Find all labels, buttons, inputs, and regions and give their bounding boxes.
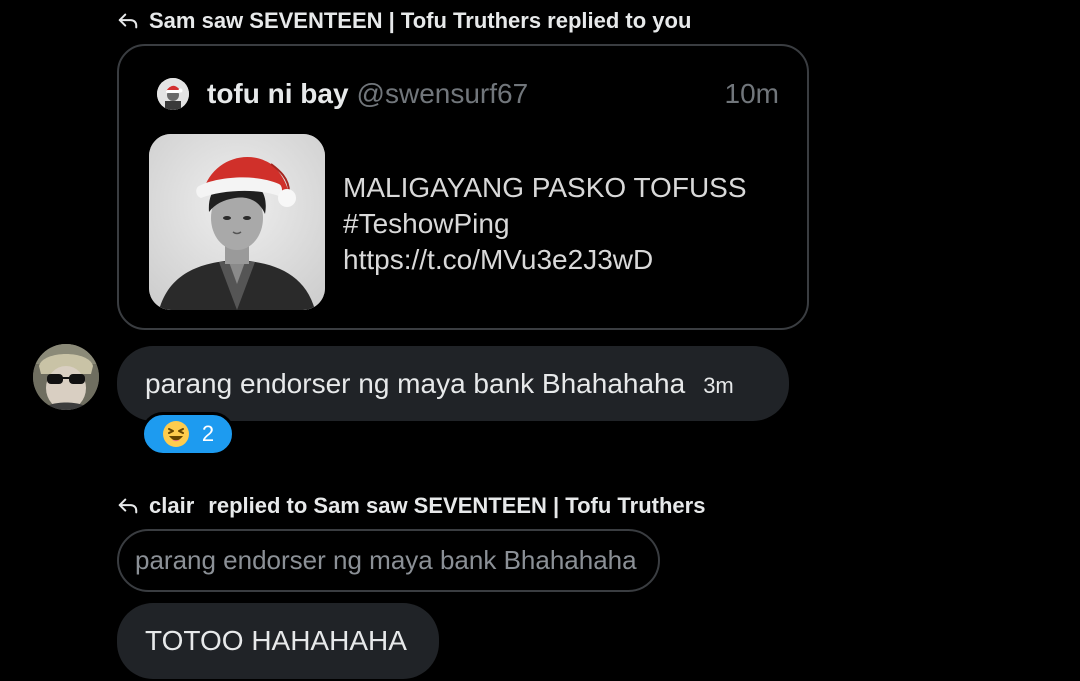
reply-context-text: Sam saw SEVENTEEN | Tofu Truthers replie… xyxy=(149,8,692,33)
quoted-tweet-card[interactable]: tofu ni bay @swensurf67 10m MALIGAYANG P… xyxy=(117,44,809,330)
sender-avatar[interactable] xyxy=(33,344,99,410)
quoted-tweet-time: 10m xyxy=(724,78,779,109)
quoted-reply-bubble[interactable]: parang endorser ng maya bank Bhahahaha xyxy=(117,529,660,592)
message-text: TOTOO HAHAHAHA xyxy=(145,625,407,656)
message-time: 3m xyxy=(703,372,734,398)
reply-context: clair replied to Sam saw SEVENTEEN | Tof… xyxy=(117,491,705,521)
reply-context-author: clair xyxy=(149,493,195,518)
message-bubble[interactable]: parang endorser ng maya bank Bhahahaha 3… xyxy=(117,346,789,421)
laughing-emoji-icon xyxy=(162,420,190,448)
reply-arrow-icon xyxy=(117,495,139,517)
quoted-reply-text: parang endorser ng maya bank Bhahahaha xyxy=(135,545,637,575)
quoted-author-name[interactable]: tofu ni bay xyxy=(207,78,349,110)
message-text: parang endorser ng maya bank Bhahahaha xyxy=(145,367,686,399)
dm-thread: Sam saw SEVENTEEN | Tofu Truthers replie… xyxy=(0,0,1080,681)
message-bubble[interactable]: TOTOO HAHAHAHA xyxy=(117,603,439,679)
quoted-author-handle: @swensurf67 xyxy=(356,78,529,109)
reply-context-text: replied to Sam saw SEVENTEEN | Tofu Trut… xyxy=(208,493,706,518)
quoted-tweet-text: MALIGAYANG PASKO TOFUSS #TeshowPing http… xyxy=(343,172,747,275)
quoted-tweet-image[interactable] xyxy=(149,134,325,310)
reply-arrow-icon xyxy=(117,10,139,32)
reaction-count: 2 xyxy=(201,421,215,446)
quoted-author-avatar xyxy=(157,78,189,110)
reaction-badge[interactable]: 2 xyxy=(141,412,235,456)
quoted-tweet-header: tofu ni bay @swensurf67 10m xyxy=(157,76,779,112)
reply-context: Sam saw SEVENTEEN | Tofu Truthers replie… xyxy=(117,6,691,36)
